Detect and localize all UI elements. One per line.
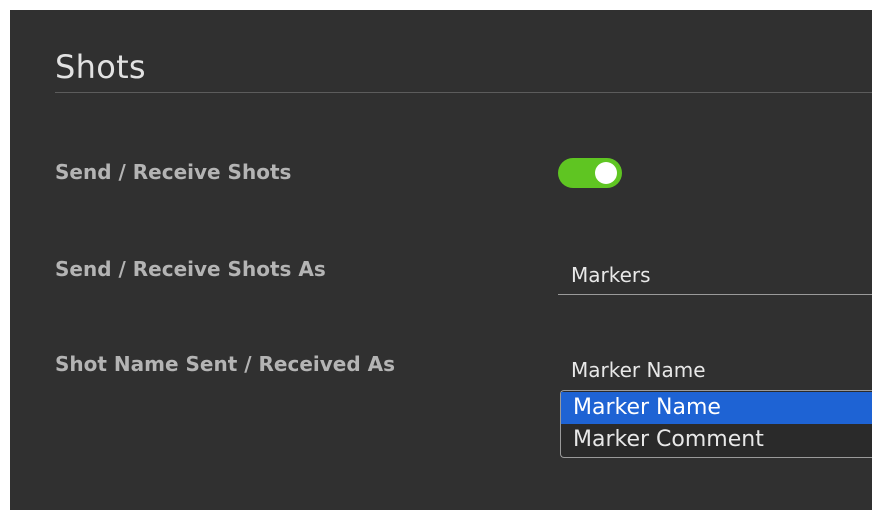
send-receive-shots-as-select[interactable]: Markers	[558, 255, 872, 295]
shot-name-as-dropdown-list: Marker Name Marker Comment	[560, 390, 872, 458]
dropdown-option-marker-comment[interactable]: Marker Comment	[561, 424, 872, 456]
dropdown-option-marker-name[interactable]: Marker Name	[561, 392, 872, 424]
send-receive-shots-toggle[interactable]	[558, 158, 622, 188]
field-underline	[558, 294, 872, 295]
title-divider	[55, 92, 872, 93]
shot-name-as-select[interactable]: Marker Name	[558, 350, 872, 390]
shot-name-as-label: Shot Name Sent / Received As	[55, 352, 396, 376]
shots-settings-panel: Shots Send / Receive Shots Send / Receiv…	[10, 10, 872, 510]
toggle-knob	[595, 162, 617, 184]
shot-name-as-value: Marker Name	[571, 358, 706, 382]
send-receive-shots-as-label: Send / Receive Shots As	[55, 257, 326, 281]
section-title: Shots	[55, 48, 146, 86]
send-receive-shots-as-value: Markers	[571, 263, 651, 287]
send-receive-shots-label: Send / Receive Shots	[55, 160, 292, 184]
